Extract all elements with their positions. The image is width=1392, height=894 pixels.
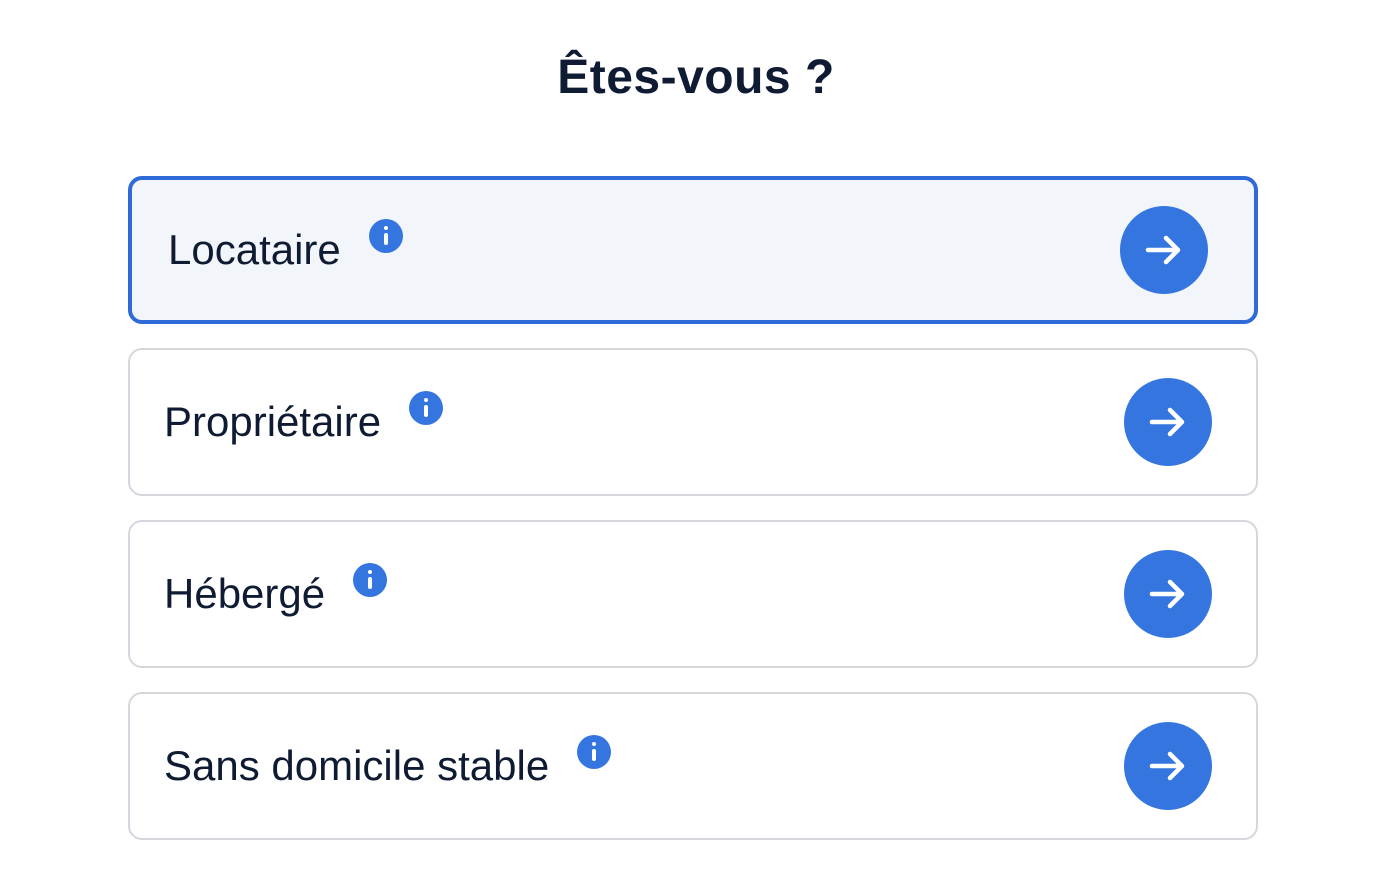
arrow-right-icon (1149, 579, 1185, 609)
option-label: Propriétaire (164, 398, 382, 445)
info-icon[interactable] (353, 563, 388, 597)
option-label-wrapper: Hébergé (164, 563, 388, 618)
option-sans-domicile-stable[interactable]: Sans domicile stable (128, 692, 1258, 840)
arrow-right-button[interactable] (1124, 378, 1212, 466)
arrow-right-icon (1149, 751, 1185, 781)
option-label: Hébergé (164, 570, 326, 617)
option-label: Locataire (168, 226, 341, 273)
page-title: Êtes-vous ? (557, 51, 835, 104)
arrow-right-icon (1149, 407, 1185, 437)
arrow-right-button[interactable] (1124, 722, 1212, 810)
option-proprietaire[interactable]: Propriétaire (128, 348, 1258, 496)
housing-status-page: Êtes-vous ? Locataire Propriétaire Héber… (0, 0, 1392, 894)
arrow-right-button[interactable] (1120, 206, 1208, 294)
option-locataire[interactable]: Locataire (128, 176, 1258, 324)
options-list: Locataire Propriétaire Hébergé Sans domi… (128, 176, 1258, 864)
option-label: Sans domicile stable (164, 742, 550, 789)
info-icon[interactable] (409, 391, 444, 425)
info-icon[interactable] (577, 735, 612, 769)
arrow-right-icon (1145, 235, 1181, 265)
option-label-wrapper: Sans domicile stable (164, 735, 612, 790)
option-heberge[interactable]: Hébergé (128, 520, 1258, 668)
info-icon[interactable] (368, 219, 403, 253)
option-label-wrapper: Propriétaire (164, 391, 444, 446)
option-label-wrapper: Locataire (168, 219, 403, 274)
arrow-right-button[interactable] (1124, 550, 1212, 638)
